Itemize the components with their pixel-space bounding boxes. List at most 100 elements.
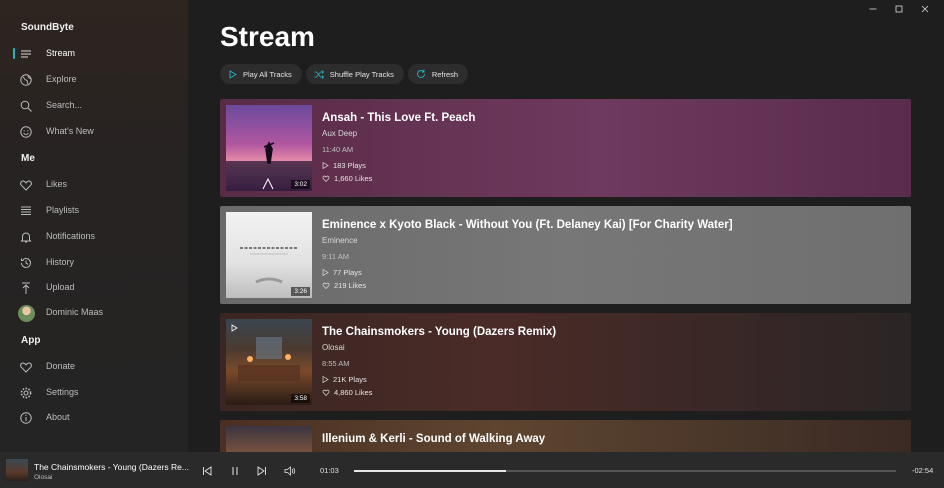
track-title: Ansah - This Love Ft. Peach bbox=[322, 112, 476, 124]
sidebar-item-history[interactable]: History bbox=[0, 251, 188, 275]
track-item[interactable]: 3:26 Eminence x Kyoto Black - Without Yo… bbox=[220, 206, 911, 304]
sidebar-item-upload[interactable]: Upload bbox=[0, 276, 188, 300]
pause-button[interactable] bbox=[229, 464, 241, 476]
history-icon bbox=[21, 257, 31, 268]
heart-icon bbox=[20, 180, 32, 191]
track-time: 9:11 AM bbox=[322, 252, 349, 261]
track-duration: 3:26 bbox=[291, 287, 310, 296]
artwork-memories-image bbox=[231, 324, 300, 381]
track-title: Eminence x Kyoto Black - Without You (Ft… bbox=[322, 219, 733, 231]
play-icon bbox=[322, 269, 329, 276]
toolbar: Play All Tracks Shuffle Play Tracks Refr… bbox=[220, 64, 469, 84]
track-duration: 3:58 bbox=[291, 394, 310, 403]
section-header-me: Me bbox=[21, 153, 35, 164]
main-content: Stream Play All Tracks Shuffle Play Trac… bbox=[188, 0, 944, 460]
track-artwork: 3:26 bbox=[226, 212, 312, 298]
plays-count: 183 Plays bbox=[333, 161, 366, 170]
track-time: 11:40 AM bbox=[322, 145, 354, 154]
sidebar-item-donate[interactable]: Donate bbox=[0, 355, 188, 379]
track-artwork: 3:02 bbox=[226, 105, 312, 191]
sidebar-item-label: Settings bbox=[46, 387, 79, 397]
artwork-dancer-image bbox=[226, 141, 312, 191]
current-time: 01:03 bbox=[320, 466, 339, 475]
sidebar-item-explore[interactable]: Explore bbox=[0, 68, 188, 92]
sidebar-item-label: Search... bbox=[46, 100, 83, 110]
play-all-button[interactable]: Play All Tracks bbox=[220, 64, 302, 84]
page-title: Stream bbox=[220, 21, 315, 52]
track-plays: 183 Plays bbox=[322, 161, 366, 170]
now-playing-title: The Chainsmokers - Young (Dazers Re... bbox=[34, 462, 189, 472]
stream-icon bbox=[21, 50, 31, 58]
sidebar-item-label: Likes bbox=[46, 179, 68, 189]
refresh-icon bbox=[416, 69, 425, 78]
play-icon bbox=[322, 162, 329, 169]
close-button[interactable] bbox=[912, 2, 938, 16]
heart-icon bbox=[322, 389, 330, 396]
sidebar-item-search[interactable]: Search... bbox=[0, 94, 188, 118]
track-likes: 219 Likes bbox=[322, 281, 366, 290]
sidebar-item-label: What's New bbox=[46, 126, 94, 136]
likes-count: 219 Likes bbox=[334, 281, 367, 290]
shuffle-button[interactable]: Shuffle Play Tracks bbox=[305, 64, 404, 84]
avatar bbox=[18, 305, 35, 322]
track-title: Illenium & Kerli - Sound of Walking Away bbox=[322, 433, 546, 445]
volume-button[interactable] bbox=[284, 464, 296, 476]
pause-icon bbox=[232, 467, 238, 475]
likes-count: 4,860 Likes bbox=[334, 388, 373, 397]
track-item[interactable]: 3:02 Ansah - This Love Ft. Peach Aux Dee… bbox=[220, 99, 911, 197]
refresh-button[interactable]: Refresh bbox=[407, 64, 469, 84]
sidebar: SoundByte Stream Explore Search... What'… bbox=[0, 0, 188, 452]
heart-icon bbox=[322, 175, 330, 182]
bell-icon bbox=[20, 232, 32, 243]
track-duration: 3:02 bbox=[291, 180, 310, 189]
previous-button[interactable] bbox=[201, 464, 213, 476]
sidebar-item-label: About bbox=[46, 412, 70, 422]
next-button[interactable] bbox=[256, 464, 268, 476]
active-indicator bbox=[13, 48, 15, 59]
likes-count: 1,660 Likes bbox=[334, 174, 373, 183]
track-likes: 1,660 Likes bbox=[322, 174, 372, 183]
track-artist: Olosai bbox=[322, 343, 345, 352]
volume-icon bbox=[284, 466, 296, 476]
sidebar-item-label: Explore bbox=[46, 74, 77, 84]
player-bar: The Chainsmokers - Young (Dazers Re... O… bbox=[0, 452, 944, 488]
sidebar-item-playlists[interactable]: Playlists bbox=[0, 199, 188, 223]
play-icon bbox=[322, 376, 329, 383]
track-likes: 4,860 Likes bbox=[322, 388, 372, 397]
info-icon bbox=[20, 412, 32, 424]
seek-progress bbox=[354, 470, 506, 472]
shuffle-label: Shuffle Play Tracks bbox=[329, 69, 394, 79]
track-artwork: 3:58 bbox=[226, 319, 312, 405]
remaining-time: -02:54 bbox=[912, 466, 934, 475]
seek-slider[interactable] bbox=[354, 470, 896, 472]
sidebar-item-likes[interactable]: Likes bbox=[0, 173, 188, 197]
plays-count: 77 Plays bbox=[333, 268, 362, 277]
track-plays: 21K Plays bbox=[322, 375, 367, 384]
sidebar-item-notifications[interactable]: Notifications bbox=[0, 225, 188, 249]
sidebar-item-label: Dominic Maas bbox=[46, 307, 104, 317]
sidebar-item-label: Notifications bbox=[46, 231, 96, 241]
artwork-without-you-image bbox=[240, 247, 298, 284]
maximize-icon bbox=[895, 5, 903, 13]
gear-icon bbox=[20, 387, 32, 399]
sidebar-item-label: Stream bbox=[46, 48, 76, 58]
upload-icon bbox=[22, 282, 30, 294]
track-item[interactable]: 3:58 The Chainsmokers - Young (Dazers Re… bbox=[220, 313, 911, 411]
sidebar-item-stream[interactable]: Stream bbox=[0, 42, 188, 66]
sidebar-item-label: Donate bbox=[46, 361, 76, 371]
sidebar-item-settings[interactable]: Settings bbox=[0, 381, 188, 405]
close-icon bbox=[921, 5, 929, 13]
globe-icon bbox=[20, 74, 32, 86]
refresh-label: Refresh bbox=[431, 69, 459, 79]
sidebar-item-label: History bbox=[46, 257, 75, 267]
sidebar-item-about[interactable]: About bbox=[0, 406, 188, 430]
sidebar-item-label: Playlists bbox=[46, 205, 80, 215]
track-title: The Chainsmokers - Young (Dazers Remix) bbox=[322, 326, 557, 338]
now-playing-artwork[interactable] bbox=[6, 459, 28, 481]
play-all-label: Play All Tracks bbox=[243, 69, 292, 79]
sidebar-item-whats-new[interactable]: What's New bbox=[0, 120, 188, 144]
minimize-button[interactable] bbox=[860, 2, 886, 16]
smiley-icon bbox=[20, 126, 32, 138]
maximize-button[interactable] bbox=[886, 2, 912, 16]
sidebar-item-profile[interactable]: Dominic Maas bbox=[0, 301, 188, 325]
